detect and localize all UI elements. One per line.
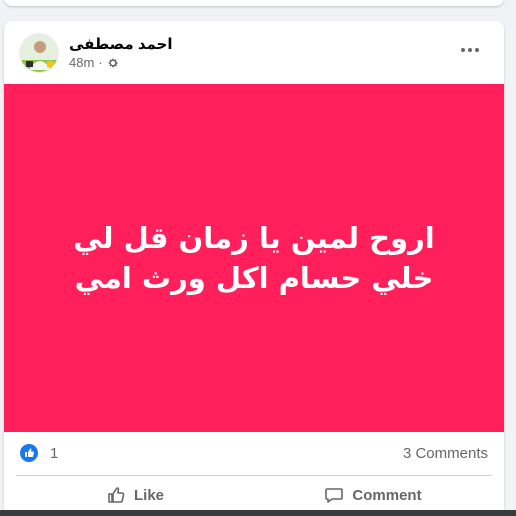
thumbs-up-icon	[108, 487, 125, 503]
actions-divider	[16, 475, 492, 476]
post-background: اروح لمين يا زمان قل لي خلي حسام اكل ورث…	[4, 84, 504, 432]
gear-icon	[108, 58, 118, 67]
comment-bubble-icon	[325, 488, 344, 503]
avatar-image	[20, 34, 58, 72]
like-reaction-icon	[20, 444, 38, 462]
comment-button[interactable]: Comment	[254, 479, 492, 511]
bottom-edge-bar	[0, 510, 516, 516]
comment-label: Comment	[352, 486, 422, 504]
post-time[interactable]: 48m	[69, 55, 94, 70]
more-options-button[interactable]	[456, 39, 484, 61]
meta-separator: ·	[98, 55, 103, 70]
post-meta: 48m ·	[69, 55, 119, 70]
reactions-summary[interactable]: 1	[20, 444, 58, 462]
previous-post-card	[4, 0, 504, 6]
reactions-count: 1	[50, 444, 59, 462]
post-header: احمد مصطفى 48m ·	[4, 21, 504, 84]
comments-count[interactable]: 3 Comments	[403, 445, 488, 462]
post-card: احمد مصطفى 48m · اروح لمين يا زمان قل لي…	[4, 21, 504, 516]
more-dots-icon	[461, 48, 479, 52]
author-name[interactable]: احمد مصطفى	[69, 35, 173, 53]
like-label: Like	[133, 486, 164, 504]
post-stats: 1 3 Comments	[4, 432, 504, 474]
author-avatar[interactable]	[19, 33, 59, 73]
post-text: اروح لمين يا زمان قل لي خلي حسام اكل ورث…	[73, 221, 435, 295]
like-button[interactable]: Like	[16, 479, 254, 511]
post-actions: Like Comment	[16, 479, 492, 511]
